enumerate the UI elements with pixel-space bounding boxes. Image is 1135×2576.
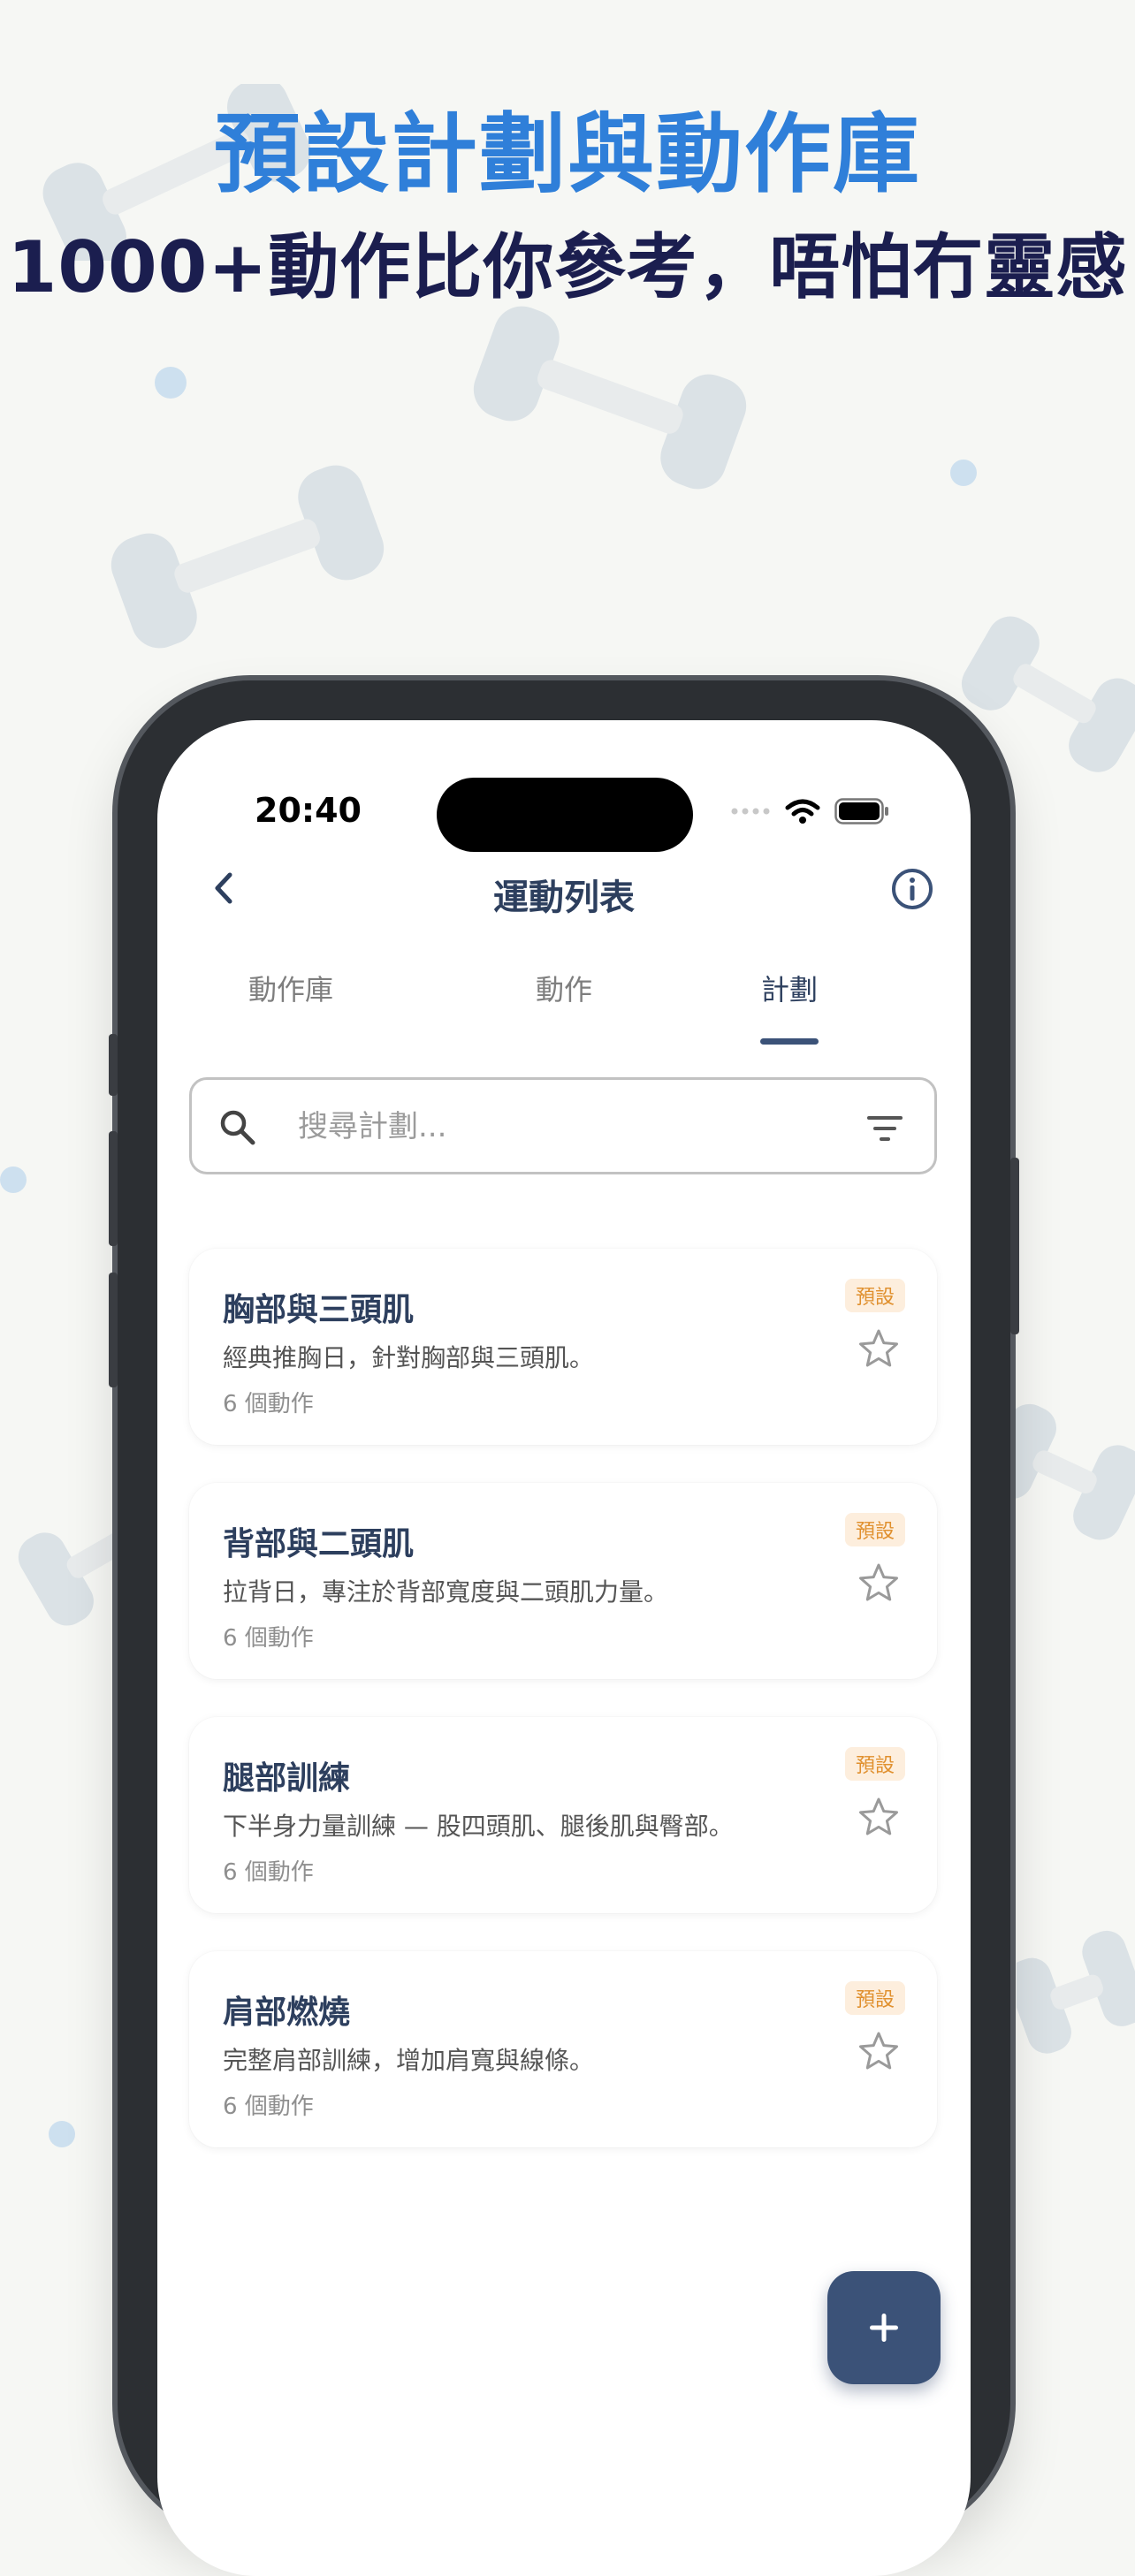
dumbbell-decoration: [473, 306, 747, 490]
status-time: 20:40: [255, 791, 362, 830]
decoration-dot: [155, 367, 187, 399]
phone-side-button: [1010, 1158, 1019, 1334]
plan-card[interactable]: 背部與二頭肌 拉背日，專注於背部寬度與二頭肌力量。 6 個動作 預設: [189, 1483, 937, 1679]
cellular-signal-icon: [731, 808, 770, 815]
plan-title: 背部與二頭肌: [223, 1526, 415, 1562]
dumbbell-decoration: [110, 465, 385, 649]
promo-headline: 預設計劃與動作庫: [213, 104, 921, 205]
plan-card[interactable]: 腿部訓練 下半身力量訓練 — 股四頭肌、腿後肌與臀部。 6 個動作 預設: [189, 1717, 937, 1913]
plan-description: 拉背日，專注於背部寬度與二頭肌力量。: [223, 1577, 669, 1607]
plan-title: 腿部訓練: [223, 1760, 351, 1797]
plan-title: 肩部燃燒: [223, 1995, 351, 2031]
star-outline-icon[interactable]: [856, 1795, 902, 1841]
plan-exercise-count: 6 個動作: [223, 1859, 314, 1886]
preset-badge: 預設: [844, 1981, 905, 2015]
dynamic-island: [437, 778, 693, 852]
phone-side-button: [109, 1273, 118, 1387]
plan-title: 胸部與三頭肌: [223, 1292, 415, 1328]
tab-bar: 動作庫 動作 計劃: [157, 968, 971, 1056]
plan-description: 經典推胸日，針對胸部與三頭肌。: [223, 1343, 595, 1372]
filter-icon[interactable]: [865, 1113, 904, 1144]
tab-exercise-library[interactable]: 動作庫: [248, 968, 333, 1008]
phone-side-button: [109, 1034, 118, 1096]
tab-exercises[interactable]: 動作: [536, 968, 592, 1008]
active-tab-indicator: [760, 1038, 819, 1045]
plan-exercise-count: 6 個動作: [223, 2093, 314, 2120]
search-icon: [220, 1110, 255, 1145]
plan-exercise-count: 6 個動作: [223, 1391, 314, 1417]
star-outline-icon[interactable]: [856, 1561, 902, 1607]
preset-badge: 預設: [844, 1747, 905, 1781]
decoration-dot: [49, 2121, 75, 2147]
decoration-dot: [950, 460, 977, 486]
plan-description: 完整肩部訓練，增加肩寬與線條。: [223, 2046, 595, 2075]
app-screen: 20:40 運動列表 動作庫 動作 計劃 胸部與三頭肌: [157, 720, 971, 2576]
star-outline-icon[interactable]: [856, 2029, 902, 2075]
info-icon: [892, 869, 933, 909]
star-outline-icon[interactable]: [856, 1326, 902, 1372]
page-title: 運動列表: [493, 878, 635, 918]
search-input[interactable]: [296, 1101, 830, 1152]
plan-description: 下半身力量訓練 — 股四頭肌、腿後肌與臀部。: [223, 1812, 734, 1841]
preset-badge: 預設: [844, 1279, 905, 1312]
promo-subheadline: 1000+動作比你參考，唔怕冇靈感: [7, 226, 1128, 308]
decoration-dot: [0, 1166, 27, 1193]
plan-card[interactable]: 肩部燃燒 完整肩部訓練，增加肩寬與線條。 6 個動作 預設: [189, 1951, 937, 2147]
preset-badge: 預設: [844, 1513, 905, 1546]
plus-icon: [870, 2314, 898, 2342]
dumbbell-decoration: [1017, 1930, 1135, 2054]
add-plan-button[interactable]: [827, 2271, 941, 2384]
tab-plans[interactable]: 計劃: [761, 968, 818, 1008]
dumbbell-decoration: [990, 1403, 1135, 1540]
search-box: [189, 1077, 937, 1174]
phone-frame: 20:40 運動列表 動作庫 動作 計劃 胸部與三頭肌: [109, 680, 1019, 2576]
plan-card[interactable]: 胸部與三頭肌 經典推胸日，針對胸部與三頭肌。 6 個動作 預設: [189, 1249, 937, 1445]
status-icons: [730, 798, 889, 824]
wifi-icon: [785, 799, 820, 824]
battery-icon: [834, 798, 888, 824]
plan-exercise-count: 6 個動作: [223, 1625, 314, 1652]
info-button[interactable]: [889, 866, 935, 912]
phone-side-button: [109, 1131, 118, 1246]
